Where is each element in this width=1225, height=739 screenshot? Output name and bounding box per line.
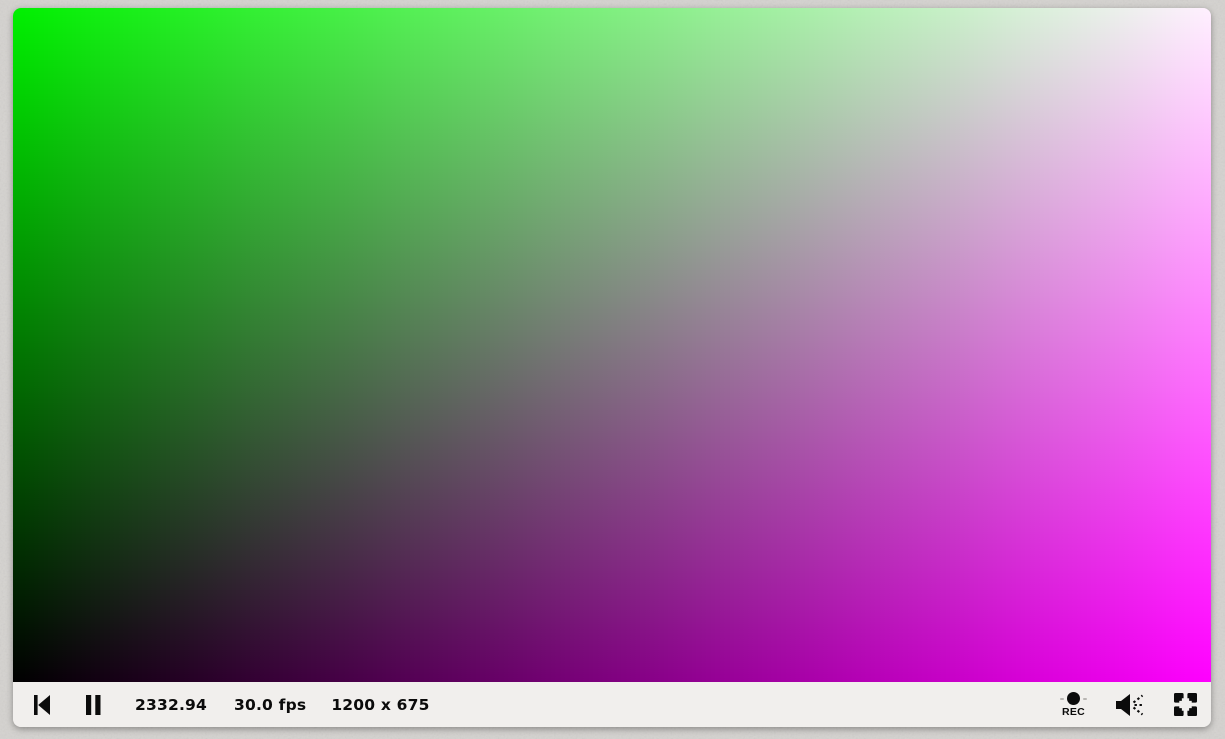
framerate-readout: 30.0 fps	[234, 696, 306, 714]
pause-button[interactable]	[85, 694, 102, 716]
record-icon	[1060, 692, 1087, 706]
video-player-window: 2332.94 30.0 fps 1200 x 675 REC	[13, 8, 1211, 727]
fullscreen-button[interactable]	[1174, 693, 1197, 716]
record-label: REC	[1062, 707, 1085, 718]
volume-button[interactable]	[1116, 692, 1145, 718]
playback-control-bar: 2332.94 30.0 fps 1200 x 675 REC	[13, 682, 1211, 727]
control-bar-right-group: REC	[1060, 692, 1197, 718]
video-canvas[interactable]	[13, 8, 1211, 682]
resolution-readout: 1200 x 675	[331, 696, 429, 714]
fullscreen-icon	[1174, 693, 1197, 716]
speaker-icon	[1116, 692, 1145, 718]
video-gradient-overlay	[13, 8, 1211, 682]
playback-time: 2332.94	[135, 696, 207, 714]
skip-to-start-button[interactable]	[33, 694, 52, 716]
record-button[interactable]: REC	[1060, 692, 1087, 718]
skip-to-start-icon	[33, 694, 52, 716]
pause-icon	[85, 694, 102, 716]
